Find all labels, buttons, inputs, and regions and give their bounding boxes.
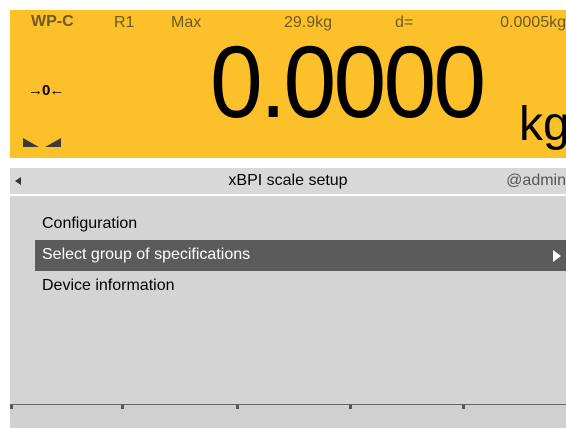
menu-item-label: Configuration [42, 215, 138, 232]
menu-item-select-group[interactable]: Select group of specifications [35, 240, 566, 271]
softkey-divider [121, 405, 124, 409]
model-label: WP-C [31, 13, 74, 30]
right-triangle-icon [553, 250, 561, 262]
range-label: R1 [114, 14, 135, 31]
stability-icon [23, 138, 61, 147]
page-title: xBPI scale setup [228, 172, 348, 189]
max-label: Max [171, 14, 202, 31]
zero-indicator-icon: →0← [28, 82, 64, 99]
menu-list: Configuration Select group of specificat… [10, 196, 566, 404]
menu-item-configuration[interactable]: Configuration [35, 209, 566, 240]
division-value: 0.0005kg [500, 14, 566, 31]
menu-header: xBPI scale setup @admin [10, 168, 566, 194]
softkey-divider [236, 405, 239, 409]
weighing-display: WP-C R1 Max 29.9kg d= 0.0005kg →0← 0.000… [10, 10, 566, 158]
scale-screen: WP-C R1 Max 29.9kg d= 0.0005kg →0← 0.000… [10, 10, 566, 428]
menu-item-label: Device information [42, 277, 175, 294]
softkey-bar [10, 404, 566, 428]
menu-item-device-information[interactable]: Device information [35, 271, 566, 302]
weight-value: 0.0000 [210, 25, 486, 139]
menu-item-label: Select group of specifications [42, 246, 251, 263]
user-label: @admin [506, 172, 566, 189]
softkey-divider [10, 405, 13, 409]
weight-unit: kg [519, 98, 566, 151]
softkey-divider [462, 405, 465, 409]
softkey-divider [349, 405, 352, 409]
